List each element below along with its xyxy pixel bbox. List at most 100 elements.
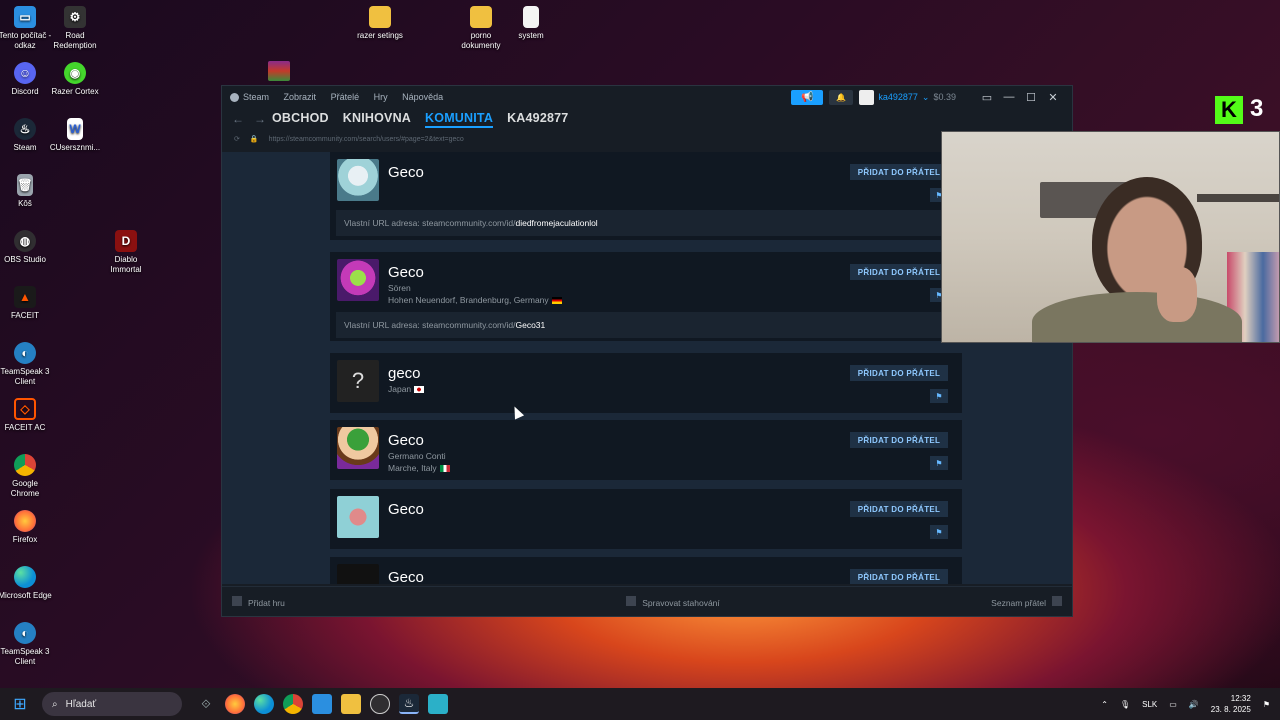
tab-obchod[interactable]: OBCHOD [272, 111, 329, 128]
chrome-icon [14, 454, 36, 476]
desktop-icon-faceit-ac[interactable]: ◇ FACEIT AC [0, 398, 52, 433]
firefox-icon[interactable] [225, 694, 245, 714]
chevron-up-icon[interactable]: ⌃ [1101, 700, 1108, 709]
desktop-icon-chrome[interactable]: Google Chrome [0, 454, 52, 499]
desktop-icon-porno-dokumenty[interactable]: porno dokumenty [454, 6, 508, 51]
notepad-icon[interactable] [428, 694, 448, 714]
player-name[interactable]: Geco [388, 501, 424, 518]
japan-flag-icon [414, 386, 425, 394]
steam-logo-icon [230, 93, 239, 103]
desktop-icon-discord[interactable]: ☺ Discord [0, 62, 52, 97]
account-name: ka492877 [878, 92, 918, 102]
taskbar: ⊞ ⌕ Hľadať ⟐ ♨ ⌃ 🎙 SLK ▭ 🔊 12:32 23. 8. … [0, 688, 1280, 720]
network-icon[interactable]: ▭ [1169, 700, 1177, 709]
desktop-icon-steam[interactable]: ♨ Steam [0, 118, 52, 153]
add-friend-button[interactable]: PŘIDAT DO PŘÁTEL [850, 164, 948, 180]
plus-icon [232, 595, 242, 606]
forward-arrow-icon[interactable]: → [254, 112, 266, 126]
desktop-icon-razer-cortex[interactable]: ◉ Razer Cortex [48, 62, 102, 97]
desktop-icon-road-redemption[interactable]: ⚙ Road Redemption [48, 6, 102, 51]
volume-icon[interactable]: 🔊 [1189, 700, 1199, 709]
announcement-button[interactable]: 📢 [791, 89, 824, 105]
menu-steam[interactable]: Steam [230, 92, 269, 103]
store-icon[interactable] [312, 694, 332, 714]
reload-icon[interactable]: ⟳ [234, 135, 240, 143]
desktop-icon-faceit[interactable]: ▲ FACEIT [0, 286, 52, 321]
close-icon[interactable]: ✕ [1042, 91, 1064, 104]
windows-start-icon[interactable]: ⊞ [0, 694, 40, 714]
desktop-icon-recycle-bin[interactable]: 🗑 Kôš [0, 174, 52, 209]
obs-icon[interactable] [370, 694, 390, 714]
desktop-icon-diablo-immortal[interactable]: D Diablo Immortal [99, 230, 153, 275]
downloads-button[interactable]: Spravovat stahování [556, 595, 720, 608]
list-item: Geco Sören Hohen Neuendorf, Brandenburg,… [330, 252, 962, 341]
search-input[interactable]: ⌕ Hľadať [42, 692, 182, 716]
add-friend-button[interactable]: PŘIDAT DO PŘÁTEL [850, 365, 948, 381]
language-indicator[interactable]: SLK [1142, 700, 1157, 709]
menu-napoveda[interactable]: Nápověda [402, 92, 443, 102]
germany-flag-icon [551, 297, 562, 305]
desktop-icon-this-pc[interactable]: ▭ Tento počítač - odkaz [0, 6, 52, 51]
avatar[interactable] [337, 159, 379, 201]
tab-knihovna[interactable]: KNIHOVNA [343, 111, 411, 128]
edge-icon [14, 566, 36, 588]
notification-icon[interactable]: ⚑ [1263, 700, 1270, 709]
player-name[interactable]: Geco [388, 264, 424, 281]
file-explorer-icon[interactable] [341, 694, 361, 714]
steam-menu: Steam Zobrazit Přátelé Hry Nápověda [230, 92, 455, 103]
url-text[interactable]: https://steamcommunity.com/search/users/… [269, 136, 464, 143]
report-flag-icon[interactable]: ⚑ [930, 456, 948, 470]
steam-icon[interactable]: ♨ [399, 694, 419, 714]
menu-hry[interactable]: Hry [374, 92, 388, 102]
maximize-icon[interactable]: ☐ [1020, 91, 1042, 104]
player-name[interactable]: geco [388, 365, 421, 382]
player-name[interactable]: Geco [388, 432, 424, 449]
tab-profile[interactable]: KA492877 [507, 111, 568, 128]
desktop-icon-users-file[interactable]: W CUsersznmi... [48, 118, 102, 153]
back-arrow-icon[interactable]: ← [232, 112, 244, 126]
add-friend-button[interactable]: PŘIDAT DO PŘÁTEL [850, 569, 948, 584]
avatar[interactable] [337, 259, 379, 301]
chrome-icon[interactable] [283, 694, 303, 714]
minimize-icon[interactable]: — [998, 91, 1020, 104]
desktop-icon-firefox[interactable]: Firefox [0, 510, 52, 545]
add-friend-button[interactable]: PŘIDAT DO PŘÁTEL [850, 432, 948, 448]
report-flag-icon[interactable]: ⚑ [930, 525, 948, 539]
add-friend-button[interactable]: PŘIDAT DO PŘÁTEL [850, 264, 948, 280]
recycle-bin-icon: 🗑 [17, 174, 33, 196]
list-item: Geco PŘIDAT DO PŘÁTEL [330, 557, 962, 584]
winrar-icon[interactable] [268, 61, 290, 81]
avatar[interactable] [337, 564, 379, 584]
razer-cortex-icon: ◉ [64, 62, 86, 84]
report-flag-icon[interactable]: ⚑ [930, 389, 948, 403]
menu-pratele[interactable]: Přátelé [331, 92, 360, 102]
notifications-button[interactable]: 🔔 [829, 89, 854, 105]
player-name[interactable]: Geco [388, 569, 424, 584]
razer-synapse-icon[interactable]: ⟐ [196, 694, 216, 714]
microphone-icon[interactable]: 🎙 [1120, 700, 1130, 709]
clock[interactable]: 12:32 23. 8. 2025 [1211, 693, 1251, 715]
big-picture-icon[interactable]: ▭ [976, 91, 998, 104]
edge-icon[interactable] [254, 694, 274, 714]
menu-zobrazit[interactable]: Zobrazit [284, 92, 317, 102]
faceit-icon: ▲ [14, 286, 36, 308]
obs-icon: ◍ [14, 230, 36, 252]
tab-komunita[interactable]: KOMUNITA [425, 111, 494, 128]
desktop-icon-teamspeak[interactable]: ◐ TeamSpeak 3 Client [0, 342, 52, 387]
desktop-icon-obs-studio[interactable]: ◍ OBS Studio [0, 230, 52, 265]
add-friend-button[interactable]: PŘIDAT DO PŘÁTEL [850, 501, 948, 517]
desktop-icon-edge[interactable]: Microsoft Edge [0, 566, 52, 601]
desktop-icon-system[interactable]: system [504, 6, 558, 41]
friends-list-button[interactable]: Seznam přátel [991, 595, 1062, 608]
player-name[interactable]: Geco [388, 164, 424, 181]
desktop-icon-razer-setings[interactable]: razer setings [353, 6, 407, 41]
nav-arrows: ← → [232, 112, 272, 126]
avatar[interactable] [337, 496, 379, 538]
avatar[interactable]: ? [337, 360, 379, 402]
real-name: Sören [388, 283, 411, 293]
lock-icon: 🔒 [249, 136, 259, 143]
account-menu[interactable]: ka492877 ⌄ $0.39 [859, 89, 956, 105]
desktop-icon-teamspeak-2[interactable]: ◐ TeamSpeak 3 Client [0, 622, 52, 667]
add-game-button[interactable]: Přidat hru [232, 595, 285, 608]
avatar[interactable] [337, 427, 379, 469]
